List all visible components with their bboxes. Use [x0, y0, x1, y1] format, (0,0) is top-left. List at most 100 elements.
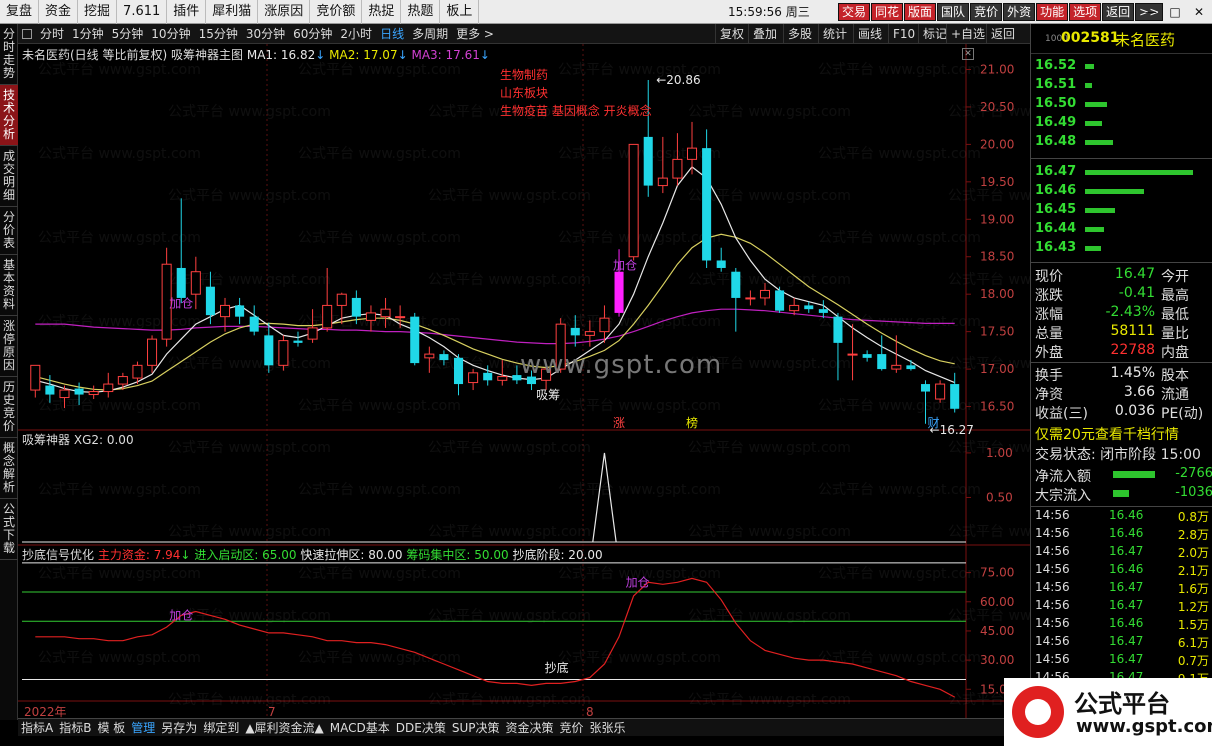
- watermark-text: 公式平台 www.gspt.com: [688, 524, 851, 540]
- toolbar-button[interactable]: 返回: [986, 24, 1019, 44]
- candle-body: [789, 304, 800, 312]
- menu-item[interactable]: 热题: [401, 0, 441, 24]
- left-tab[interactable]: 概念解析: [0, 438, 18, 499]
- menu-item[interactable]: 7.611: [117, 0, 168, 24]
- watermark-text: 公式平台 www.gspt.com: [818, 650, 981, 666]
- bottom-tab[interactable]: MACD基本: [327, 719, 393, 737]
- tick-time: 14:56: [1035, 634, 1070, 648]
- function-button[interactable]: 交易: [838, 3, 871, 21]
- function-button[interactable]: 国队: [937, 3, 970, 21]
- menu-item[interactable]: 复盘: [0, 0, 40, 24]
- bottom-tab[interactable]: 另存为: [158, 719, 200, 737]
- toolbar-button[interactable]: 复权: [715, 24, 748, 44]
- toolbar-button[interactable]: 叠加: [748, 24, 781, 44]
- bottom-tab[interactable]: 张张乐: [587, 719, 629, 737]
- period-tab[interactable]: 日线: [376, 25, 408, 42]
- function-button[interactable]: 同花: [871, 3, 904, 21]
- sub1-title[interactable]: 吸筹神器: [22, 433, 70, 447]
- period-tab[interactable]: 5分钟: [108, 25, 148, 42]
- candle-body: [686, 147, 698, 160]
- quote-label-2: 今开: [1161, 269, 1189, 285]
- left-tab[interactable]: 公式下载: [0, 499, 18, 560]
- left-tab[interactable]: 分价表: [0, 207, 18, 255]
- candle-body: [599, 317, 610, 333]
- left-tab[interactable]: 分时走势: [0, 24, 18, 85]
- quote-row: 外盘 22788 内盘: [1031, 342, 1212, 361]
- period-tab[interactable]: 10分钟: [147, 25, 194, 42]
- bottom-tab[interactable]: DDE决策: [393, 719, 449, 737]
- close-icon[interactable]: ✕: [962, 48, 974, 60]
- candle-body: [117, 376, 128, 385]
- toolbar-button[interactable]: 统计: [818, 24, 851, 44]
- period-tab[interactable]: 1分钟: [68, 25, 108, 42]
- bottom-tab[interactable]: 模 板: [94, 719, 128, 737]
- close-window-icon[interactable]: ✕: [1188, 3, 1210, 21]
- period-tab[interactable]: 60分钟: [289, 25, 336, 42]
- tick-row: 14:56 16.47 1.2万: [1031, 598, 1212, 616]
- menu-item[interactable]: 资金: [39, 0, 79, 24]
- watermark-text: 公式平台 www.gspt.com: [818, 566, 981, 582]
- ask-price: 16.51: [1035, 77, 1077, 92]
- indicator-name[interactable]: 吸筹神器主图: [171, 48, 243, 62]
- menu-item[interactable]: 插件: [167, 0, 207, 24]
- level2-promo[interactable]: 仅需20元查看千档行情: [1035, 424, 1179, 444]
- period-tab[interactable]: 30分钟: [242, 25, 289, 42]
- candle-body: [439, 354, 449, 361]
- quote-row: 涨跌 -0.41 最高: [1031, 285, 1212, 304]
- function-button[interactable]: 返回: [1102, 3, 1135, 21]
- period-tab[interactable]: 多周期: [408, 25, 452, 42]
- left-tab[interactable]: 历史竞价: [0, 377, 18, 438]
- candle-body: [293, 340, 303, 343]
- tick-time: 14:56: [1035, 652, 1070, 666]
- bottom-tab[interactable]: SUP决策: [449, 719, 503, 737]
- flow-row: 净流入额 -2766: [1031, 466, 1212, 485]
- quote-row: 换手 1.45% 股本: [1031, 365, 1212, 384]
- left-tabs: 分时走势 技术分析 成交明细 分价表 基本资料 涨停原因 历史竞价 概念解析 公式下载: [0, 24, 18, 720]
- minimize-icon[interactable]: —: [1140, 3, 1162, 21]
- bottom-tab[interactable]: 管理: [128, 719, 158, 737]
- quote-divider-2: [1031, 362, 1212, 363]
- left-tab[interactable]: 技术分析: [0, 85, 18, 146]
- function-button[interactable]: 版面: [904, 3, 937, 21]
- period-tab[interactable]: 分时: [36, 25, 68, 42]
- bottom-tab[interactable]: 指标B: [56, 719, 94, 737]
- left-tab[interactable]: 涨停原因: [0, 316, 18, 377]
- chart-canvas[interactable]: 公式平台 www.gspt.com 公式平台 www.gspt.com 公式平台 w…: [18, 44, 1030, 720]
- menu-item[interactable]: 挖掘: [78, 0, 118, 24]
- menu-item[interactable]: 热捉: [362, 0, 402, 24]
- bottom-tab[interactable]: 绑定到: [200, 719, 242, 737]
- watermark-text: 公式平台 www.gspt.com: [818, 230, 981, 246]
- left-tab[interactable]: 成交明细: [0, 146, 18, 207]
- menu-item[interactable]: 犀利猫: [206, 0, 259, 24]
- toolbar-button[interactable]: 多股: [783, 24, 816, 44]
- tick-row: 14:56 16.47 0.7万: [1031, 652, 1212, 670]
- stock-name[interactable]: 未名医药: [1115, 29, 1175, 50]
- menu-item[interactable]: 竞价额: [310, 0, 363, 24]
- left-tab[interactable]: 基本资料: [0, 255, 18, 316]
- candle-body: [278, 340, 289, 366]
- period-tab[interactable]: 2小时: [336, 25, 376, 42]
- menu-item[interactable]: 涨原因: [258, 0, 311, 24]
- menu-item[interactable]: 板上: [440, 0, 480, 24]
- sub2-title[interactable]: 抄底信号优化: [22, 548, 94, 562]
- period-tab[interactable]: 更多 >: [452, 25, 498, 42]
- quote-label-2: 最低: [1161, 307, 1189, 323]
- toolbar-button[interactable]: +自选: [946, 24, 989, 44]
- toolbar-button[interactable]: F10: [888, 24, 919, 44]
- bottom-tab[interactable]: 指标A: [18, 719, 56, 737]
- y-tick-label: 18.00: [980, 287, 1014, 301]
- bottom-tab[interactable]: ▲犀利资金流▲: [242, 719, 326, 737]
- toolbar-button[interactable]: 画线: [853, 24, 886, 44]
- function-button[interactable]: 外资: [1003, 3, 1036, 21]
- ask-row: 16.49: [1031, 115, 1212, 134]
- bottom-tab[interactable]: 资金决策: [503, 719, 557, 737]
- bottom-tab[interactable]: 竞价: [557, 719, 587, 737]
- function-button[interactable]: 竞价: [970, 3, 1003, 21]
- bid-volume-bar: [1085, 189, 1144, 194]
- function-button[interactable]: 选项: [1069, 3, 1102, 21]
- period-tab[interactable]: 15分钟: [195, 25, 242, 42]
- stock-code[interactable]: 002581: [1061, 30, 1119, 46]
- function-button[interactable]: 功能: [1036, 3, 1069, 21]
- grid-toggle-icon[interactable]: [22, 28, 32, 39]
- maximize-icon[interactable]: □: [1164, 3, 1186, 21]
